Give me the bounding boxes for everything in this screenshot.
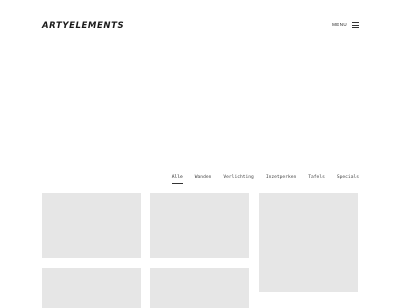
- filter-wanden[interactable]: Wanden: [195, 174, 212, 184]
- logo[interactable]: ARTYELEMENTS: [42, 20, 124, 32]
- project-card[interactable]: [259, 193, 358, 292]
- category-filter: Alle Wanden Verlichting Inzetperken Tafe…: [160, 174, 359, 184]
- project-card[interactable]: [150, 193, 249, 258]
- filter-alle[interactable]: Alle: [171, 174, 183, 184]
- menu-button[interactable]: MENU: [332, 21, 359, 29]
- filter-specials[interactable]: Specials: [337, 174, 359, 184]
- filter-verlichting[interactable]: Verlichting: [223, 174, 253, 184]
- filter-inzetperken[interactable]: Inzetperken: [266, 174, 296, 184]
- project-card[interactable]: [42, 193, 141, 258]
- hamburger-icon: [352, 22, 359, 28]
- project-card[interactable]: [42, 268, 141, 308]
- menu-label: MENU: [332, 22, 347, 27]
- project-card[interactable]: [150, 268, 249, 308]
- filter-tafels[interactable]: Tafels: [308, 174, 325, 184]
